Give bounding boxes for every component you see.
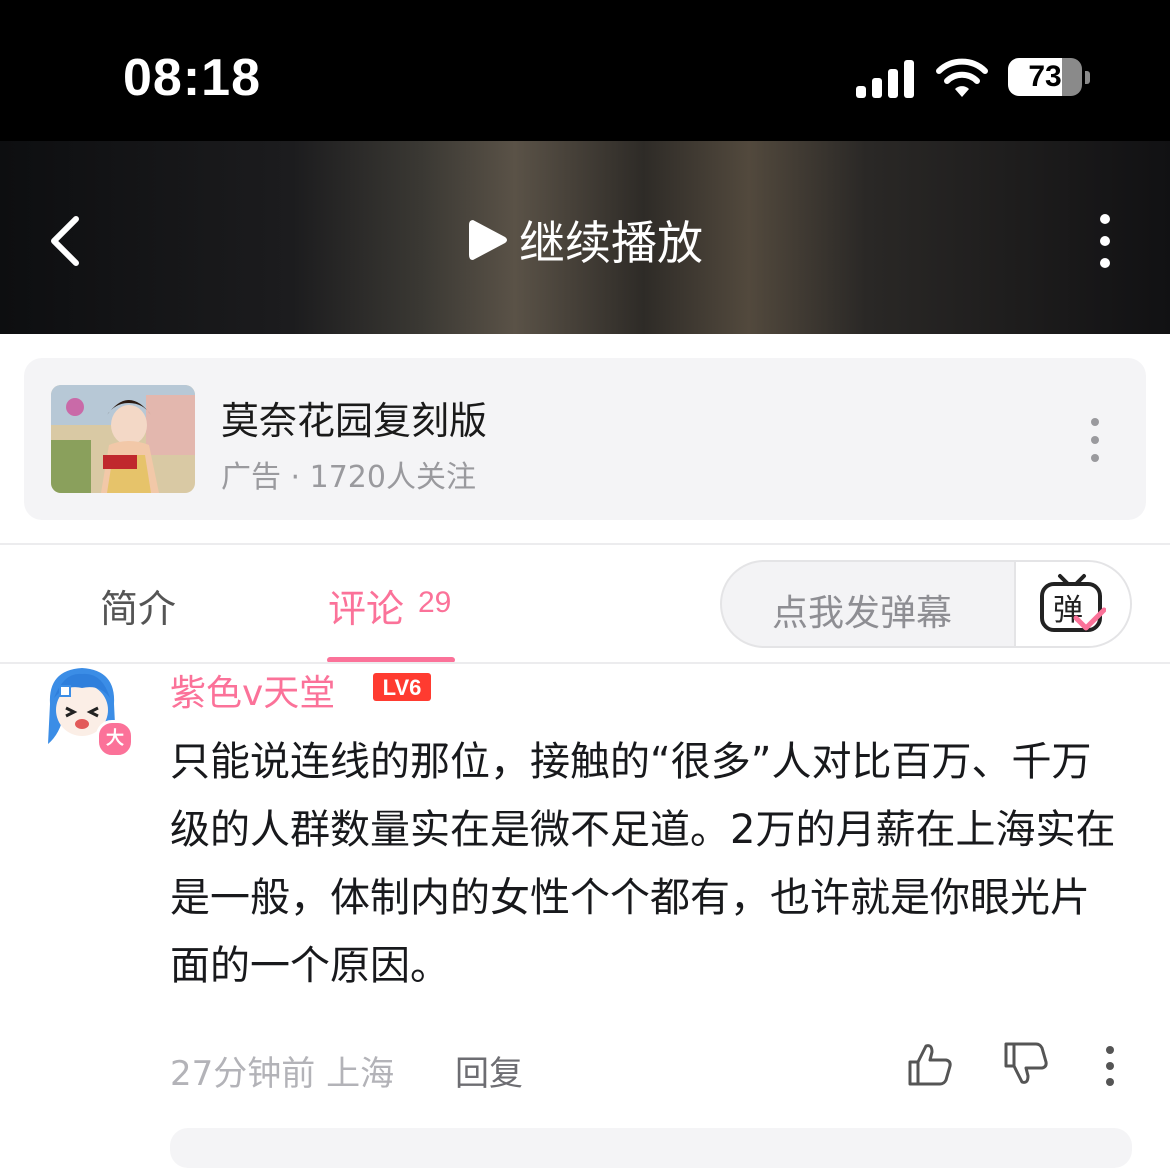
danmaku-toggle-button[interactable]: 弹 [1014, 562, 1130, 646]
danmaku-input[interactable]: 点我发弹幕 弹 [720, 560, 1132, 648]
play-icon [469, 220, 507, 260]
tab-intro[interactable]: 简介 [100, 578, 176, 633]
resume-play-button[interactable]: 继续播放 [465, 209, 703, 271]
comment-username[interactable]: 紫色v天堂 [170, 664, 335, 716]
wifi-icon [936, 58, 988, 97]
reply-button[interactable]: 回复 [455, 1046, 523, 1095]
status-bar: 08:18 73 [0, 0, 1170, 141]
comments-count[interactable]: 29 [418, 586, 451, 620]
comment-time-location: 27分钟前 上海 [170, 1054, 395, 1094]
comment-more-icon[interactable] [1100, 1044, 1120, 1088]
svg-text:LV6: LV6 [383, 675, 422, 700]
more-options-icon[interactable] [1085, 211, 1125, 271]
ad-title: 莫奈花园复刻版 [221, 399, 488, 443]
status-time: 08:18 [123, 49, 261, 107]
sub-replies-box[interactable] [170, 1128, 1132, 1168]
dislike-icon[interactable] [1002, 1040, 1050, 1088]
battery-percent: 73 [1028, 60, 1062, 93]
danmaku-placeholder[interactable]: 点我发弹幕 [772, 584, 952, 636]
divider [0, 543, 1170, 545]
ad-thumbnail-image [51, 385, 195, 493]
ad-card[interactable]: 莫奈花园复刻版 广告 · 1720人关注 [24, 358, 1146, 520]
avatar-badge: 大 [96, 720, 134, 758]
like-icon[interactable] [906, 1040, 954, 1088]
ad-more-options-icon[interactable] [1084, 416, 1106, 464]
user-level-badge: LV6 [373, 673, 431, 701]
back-arrow-icon[interactable] [40, 211, 90, 271]
ad-subtitle: 广告 · 1720人关注 [221, 460, 476, 495]
tab-comments[interactable]: 评论 [328, 578, 404, 633]
danmaku-toggle-icon: 弹 [1040, 574, 1106, 632]
cellular-signal-icon [856, 60, 914, 98]
battery-icon: 73 [1008, 58, 1092, 98]
resume-play-label: 继续播放 [519, 216, 703, 270]
video-player-bar[interactable]: 继续播放 [0, 141, 1170, 334]
comment-text: 只能说连线的那位，接触的“很多”人对比百万、千万级的人群数量实在是微不足道。2万… [170, 739, 1116, 989]
